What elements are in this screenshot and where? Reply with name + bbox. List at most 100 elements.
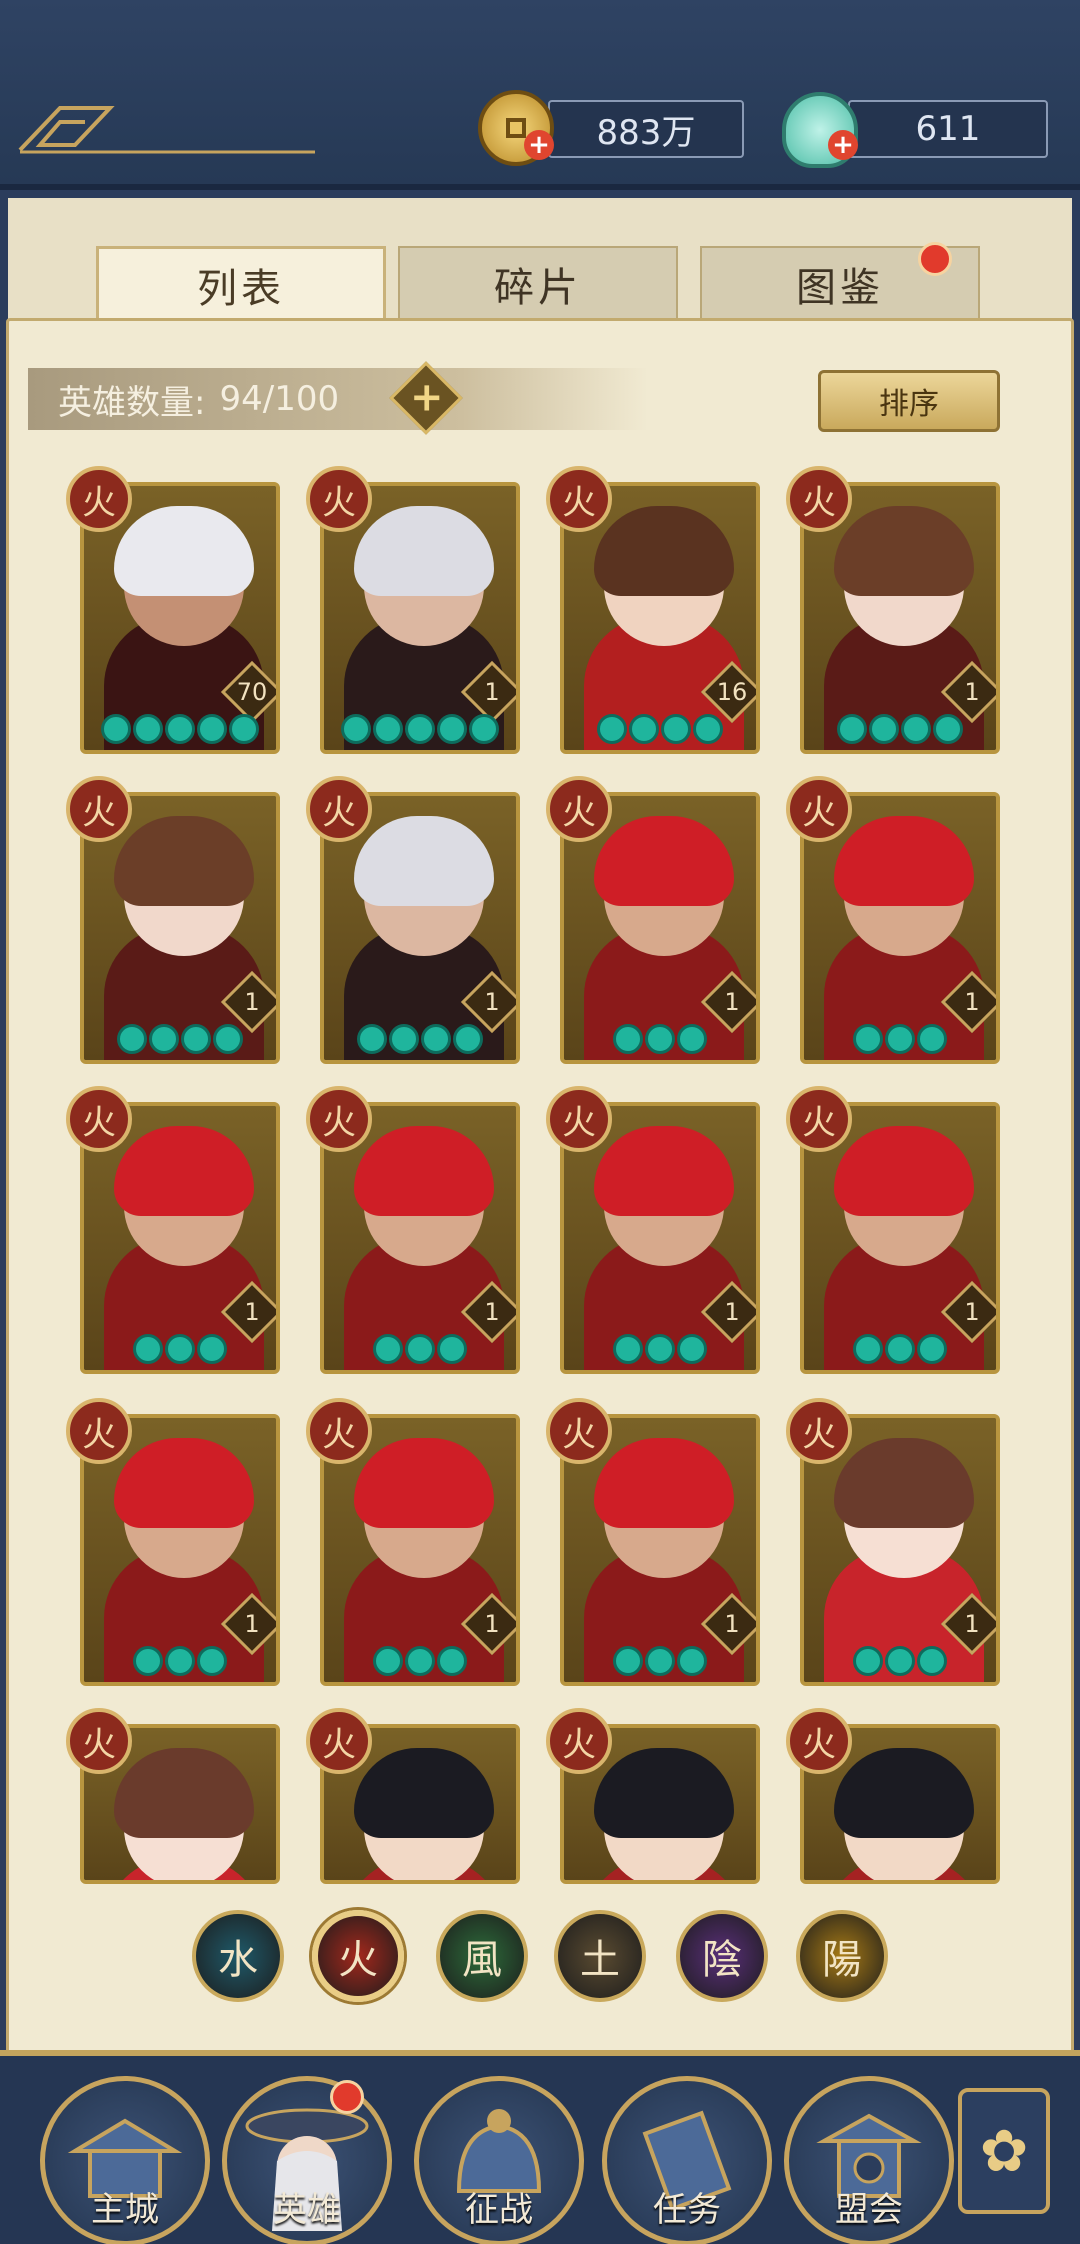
star-row [564,1646,756,1676]
element-fire-badge: 火 [546,1086,612,1152]
star-row [84,714,276,744]
element-filter-1[interactable]: 火 [312,1910,404,2002]
star-row [84,1024,276,1054]
element-filter-0[interactable]: 水 [192,1910,284,2002]
element-badge-glyph: 火 [802,1102,836,1143]
nav-quests[interactable]: 任务 [602,2076,772,2244]
sort-button[interactable]: 排序 [818,370,1000,432]
star-icon [901,714,931,744]
star-icon [469,714,499,744]
star-icon [597,714,627,744]
hero-count-label: 英雄数量: [58,382,206,423]
element-badge-glyph: 火 [82,1414,116,1455]
hero-count-value: 94/100 [219,379,340,419]
element-filter-4[interactable]: 陰 [676,1910,768,2002]
element-badge-glyph: 火 [802,1414,836,1455]
add-coins-button[interactable]: + [524,130,554,160]
element-fire-badge: 火 [66,776,132,842]
nav-campaign-label: 征战 [465,2190,533,2230]
flower-icon: ✿ [979,2117,1029,2185]
level-value: 1 [244,1610,260,1638]
element-badge-glyph: 火 [562,482,596,523]
add-jade-button[interactable]: + [828,130,858,160]
star-icon [197,1334,227,1364]
hero-count: 英雄数量: 94/100 [28,368,648,430]
jade-amount: 611 [915,109,981,149]
nav-main-city-label: 主城 [91,2190,159,2230]
element-fire-badge: 火 [546,776,612,842]
star-icon [885,1334,915,1364]
star-icon [661,714,691,744]
star-row [564,1024,756,1054]
element-badge-glyph: 火 [562,1102,596,1143]
element-badge-glyph: 火 [802,482,836,523]
element-glyph: 陽 [822,1937,862,1983]
jade-counter: 611 [848,100,1048,158]
star-icon [853,1024,883,1054]
element-fire-badge: 火 [546,466,612,532]
element-badge-glyph: 火 [322,792,356,833]
element-fire-badge: 火 [786,776,852,842]
star-icon [437,1646,467,1676]
star-icon [917,1024,947,1054]
star-icon [341,714,371,744]
level-value: 1 [964,678,980,706]
star-row [804,1646,996,1676]
star-icon [197,714,227,744]
element-badge-glyph: 火 [322,1102,356,1143]
nav-heroes[interactable]: 英雄 [222,2076,392,2244]
element-filter-5[interactable]: 陽 [796,1910,888,2002]
element-filter-3[interactable]: 土 [554,1910,646,2002]
element-fire-badge: 火 [306,1708,372,1774]
element-fire-badge: 火 [786,1398,852,1464]
element-badge-glyph: 火 [562,1414,596,1455]
element-badge-glyph: 火 [82,482,116,523]
star-row [564,1334,756,1364]
star-row [324,1024,516,1054]
level-value: 1 [964,1610,980,1638]
top-bar: 883万 + 611 + [0,0,1080,190]
element-badge-glyph: 火 [562,792,596,833]
element-filter-bar: 水火風土陰陽 [0,1888,1080,2028]
star-row [564,714,756,744]
star-icon [149,1024,179,1054]
element-badge-glyph: 火 [802,792,836,833]
star-icon [677,1646,707,1676]
element-glyph: 土 [580,1937,620,1983]
star-icon [677,1024,707,1054]
element-badge-glyph: 火 [82,1102,116,1143]
star-icon [133,714,163,744]
heroes-notification-dot [330,2080,364,2114]
level-value: 1 [244,1298,260,1326]
nav-guild[interactable]: 盟会 [784,2076,954,2244]
star-row [84,1646,276,1676]
element-fire-badge: 火 [306,466,372,532]
nav-heroes-label: 英雄 [273,2190,341,2230]
tab-fragments-label: 碎片 [494,265,582,311]
more-menu-button[interactable]: ✿ [958,2088,1050,2214]
element-fire-badge: 火 [546,1398,612,1464]
star-icon [133,1334,163,1364]
level-value: 1 [484,988,500,1016]
tab-list-label: 列表 [197,265,285,312]
element-glyph: 火 [338,1937,378,1983]
element-glyph: 水 [218,1937,258,1983]
star-icon [405,714,435,744]
tab-list[interactable]: 列表 [96,246,386,320]
nav-main-city[interactable]: 主城 [40,2076,210,2244]
star-icon [213,1024,243,1054]
star-row [804,714,996,744]
star-row [324,1334,516,1364]
element-fire-badge: 火 [786,1086,852,1152]
tab-fragments[interactable]: 碎片 [398,246,678,320]
level-value: 1 [724,1298,740,1326]
star-icon [869,714,899,744]
coin-counter: 883万 [548,100,744,158]
nav-campaign[interactable]: 征战 [414,2076,584,2244]
level-value: 1 [724,988,740,1016]
star-icon [885,1024,915,1054]
star-icon [437,1334,467,1364]
element-filter-2[interactable]: 風 [436,1910,528,2002]
element-fire-badge: 火 [66,1708,132,1774]
level-value: 1 [484,1610,500,1638]
